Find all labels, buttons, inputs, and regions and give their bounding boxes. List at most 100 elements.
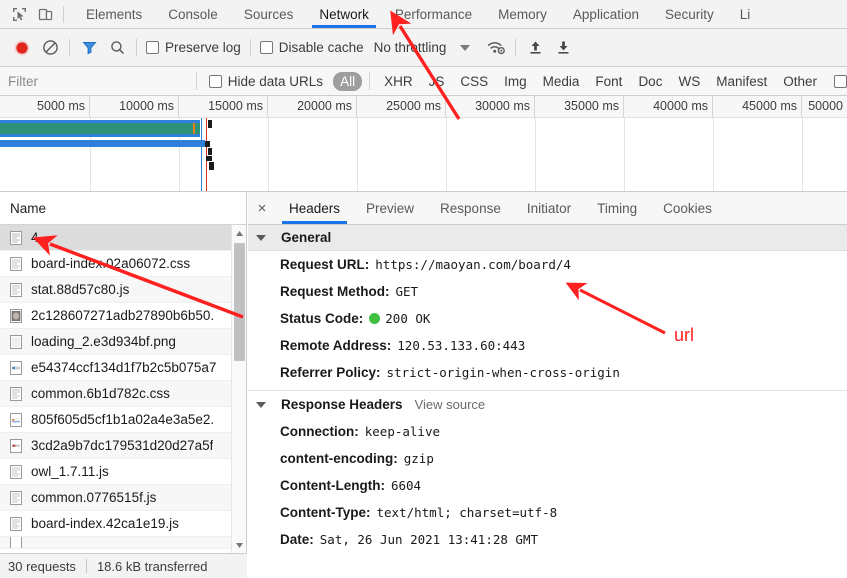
header-value: Sat, 26 Jun 2021 13:41:28 GMT — [319, 532, 539, 547]
tab-application[interactable]: Application — [560, 0, 652, 28]
table-row[interactable]: 805f605d5cf1b1a02a4e3a5e2. — [0, 407, 246, 433]
request-rows: 4 board-index.02a06072.css stat.88d57c80… — [0, 225, 246, 553]
tab-network[interactable]: Network — [306, 0, 382, 28]
header-value: keep-alive — [364, 424, 441, 439]
image-icon — [10, 412, 22, 427]
filter-toggle-icon[interactable] — [75, 34, 103, 62]
tab-response[interactable]: Response — [427, 192, 514, 224]
overview-request-band — [0, 120, 200, 137]
filter-type-other[interactable]: Other — [776, 72, 824, 91]
table-row[interactable]: 4 — [0, 225, 246, 251]
document-icon — [10, 282, 22, 297]
request-name: e54374ccf134d1f7b2c5b075a7 — [31, 360, 217, 375]
filter-divider-1 — [195, 72, 197, 90]
table-row[interactable]: board-index.02a06072.css — [0, 251, 246, 277]
response-headers-section-header[interactable]: Response Headers View source — [248, 391, 847, 418]
table-row[interactable]: e54374ccf134d1f7b2c5b075a7 — [0, 355, 246, 381]
filter-type-manifest[interactable]: Manifest — [709, 72, 774, 91]
close-icon[interactable]: × — [248, 192, 276, 224]
view-source-link[interactable]: View source — [415, 397, 486, 412]
filter-input[interactable] — [0, 67, 188, 95]
filter-type-js[interactable]: JS — [422, 72, 452, 91]
table-row[interactable]: 2c128607271adb27890b6b50. — [0, 303, 246, 329]
annotation-url-label: url — [674, 325, 695, 345]
request-name: 2c128607271adb27890b6b50. — [31, 308, 215, 323]
table-row[interactable]: common.6b1d782c.css — [0, 381, 246, 407]
dom-content-loaded-line — [201, 118, 202, 191]
search-icon[interactable] — [103, 34, 131, 62]
filter-type-doc[interactable]: Doc — [631, 72, 669, 91]
table-row[interactable]: stat.88d57c80.js — [0, 277, 246, 303]
filter-bar: Hide data URLs All XHR JS CSS Img Media … — [0, 67, 847, 96]
tab-headers[interactable]: Headers — [276, 192, 353, 224]
tab-sources[interactable]: Sources — [231, 0, 307, 28]
chevron-down-icon[interactable] — [460, 44, 471, 51]
request-list-scrollbar[interactable] — [231, 225, 246, 553]
tab-security[interactable]: Security — [652, 0, 727, 28]
throttling-dropdown[interactable]: No throttling — [374, 40, 447, 55]
tab-initiator[interactable]: Initiator — [514, 192, 584, 224]
filter-type-ws[interactable]: WS — [671, 72, 707, 91]
tab-timing[interactable]: Timing — [584, 192, 650, 224]
request-name: common.0776515f.js — [31, 490, 157, 505]
tab-cookies[interactable]: Cookies — [650, 192, 725, 224]
table-row[interactable]: common.0776515f.js — [0, 485, 246, 511]
header-value: strict-origin-when-cross-origin — [386, 365, 620, 380]
tab-label: Memory — [498, 6, 547, 22]
request-list-header[interactable]: Name — [0, 192, 246, 225]
timeline-tick-label: 50000 — [808, 99, 843, 113]
table-row[interactable]: 3cd2a9b7dc179531d20d27a5f — [0, 433, 246, 459]
filter-type-media[interactable]: Media — [536, 72, 587, 91]
header-value: GET — [395, 284, 419, 299]
header-row: content-encoding: gzip — [248, 445, 847, 472]
toolbar-divider — [63, 5, 64, 23]
filter-type-font[interactable]: Font — [588, 72, 629, 91]
record-button[interactable] — [8, 34, 36, 62]
checkbox-box — [208, 74, 222, 88]
tab-elements[interactable]: Elements — [73, 0, 155, 28]
tab-memory[interactable]: Memory — [485, 0, 560, 28]
filter-type-css[interactable]: CSS — [453, 72, 495, 91]
hide-data-urls-checkbox[interactable]: Hide data URLs — [205, 74, 327, 89]
devtools-tool-icons — [0, 0, 73, 28]
scroll-down-arrow[interactable] — [232, 537, 246, 553]
image-blank-icon — [10, 334, 22, 349]
document-icon — [10, 490, 22, 505]
detail-tab-list: × Headers Preview Response Initiator Tim… — [248, 192, 847, 225]
scrollbar-thumb[interactable] — [234, 243, 245, 361]
table-row[interactable]: owl_1.7.11.js — [0, 459, 246, 485]
disable-cache-checkbox[interactable]: Disable cache — [256, 40, 368, 55]
transferred-size: 18.6 kB transferred — [96, 558, 208, 574]
request-list-pane: Name 4 board-index.02a06072.css stat.88d… — [0, 192, 247, 553]
timeline-tick-label: 20000 ms — [297, 99, 352, 113]
general-section-header[interactable]: General — [248, 225, 847, 251]
network-conditions-icon[interactable] — [482, 34, 510, 62]
tab-performance[interactable]: Performance — [382, 0, 485, 28]
controls-divider-3 — [249, 39, 251, 56]
scroll-up-arrow[interactable] — [232, 225, 246, 241]
filter-type-xhr[interactable]: XHR — [377, 72, 420, 91]
tab-label: Sources — [243, 6, 294, 22]
table-row[interactable] — [0, 537, 246, 549]
blocked-requests-checkbox[interactable] — [834, 74, 847, 88]
devtools-window: Elements Console Sources Network Perform… — [0, 0, 847, 578]
devtools-tab-list: Elements Console Sources Network Perform… — [73, 0, 763, 28]
export-har-icon[interactable] — [549, 34, 577, 62]
header-key: content-encoding: — [280, 451, 398, 466]
detail-tab-label: Response — [440, 200, 501, 216]
preserve-log-checkbox[interactable]: Preserve log — [142, 40, 245, 55]
inspect-element-icon[interactable] — [6, 1, 32, 27]
tab-console[interactable]: Console — [155, 0, 231, 28]
filter-type-img[interactable]: Img — [497, 72, 534, 91]
device-toolbar-icon[interactable] — [32, 1, 58, 27]
detail-tab-label: Headers — [289, 200, 341, 216]
image-icon — [10, 308, 22, 323]
tab-preview[interactable]: Preview — [353, 192, 427, 224]
clear-button[interactable] — [36, 34, 64, 62]
table-row[interactable]: board-index.42ca1e19.js — [0, 511, 246, 537]
filter-type-all[interactable]: All — [333, 71, 363, 91]
tab-lighthouse[interactable]: Li — [727, 0, 764, 28]
network-overview[interactable]: 5000 ms 10000 ms 15000 ms 20000 ms 25000… — [0, 96, 847, 192]
table-row[interactable]: loading_2.e3d934bf.png — [0, 329, 246, 355]
import-har-icon[interactable] — [521, 34, 549, 62]
